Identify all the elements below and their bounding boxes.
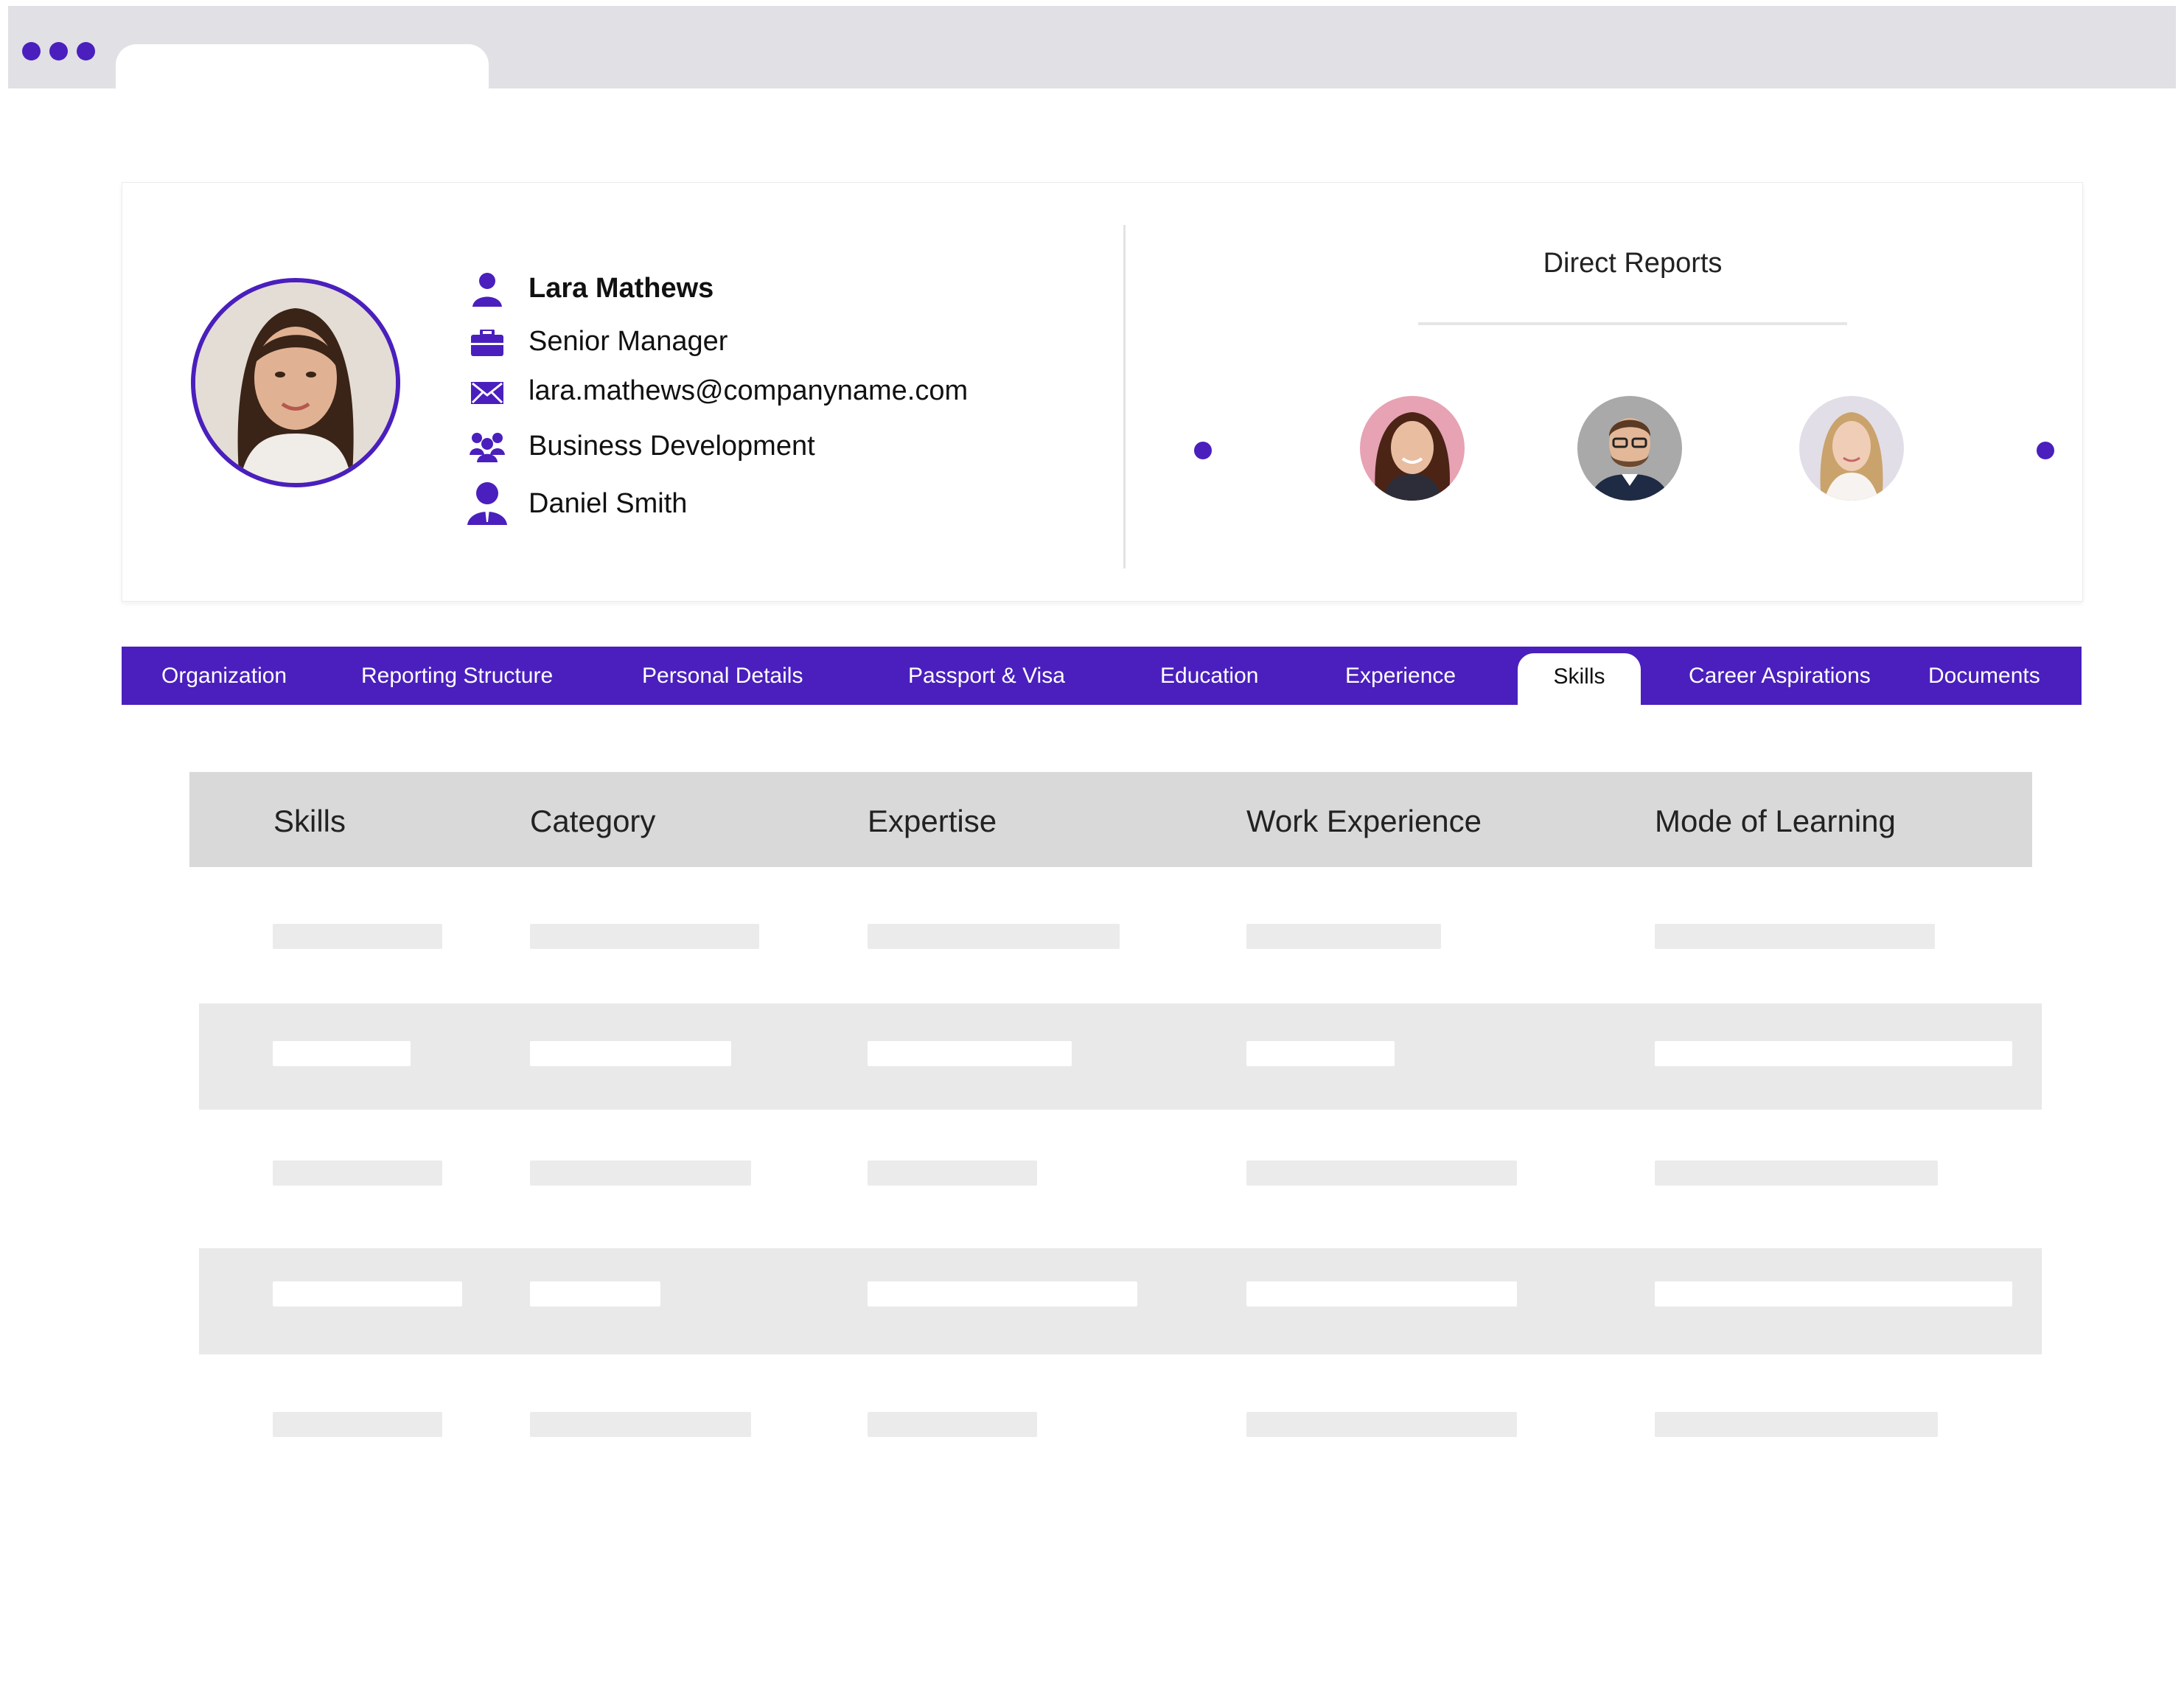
man-portrait-icon <box>1577 396 1682 501</box>
direct-reports-title: Direct Reports <box>1543 248 1723 279</box>
tab-reporting-structure[interactable]: Reporting Structure <box>361 647 553 705</box>
window-dot-icon[interactable] <box>49 42 68 60</box>
woman-portrait-icon <box>1360 396 1465 501</box>
table-cell-placeholder <box>1246 1412 1517 1437</box>
profile-avatar <box>191 278 400 487</box>
window-dot-icon[interactable] <box>22 42 41 60</box>
table-cell-placeholder <box>1246 924 1441 949</box>
card-divider <box>1123 225 1126 568</box>
profile-title: Senior Manager <box>528 326 728 357</box>
table-cell-placeholder <box>1655 1412 1938 1437</box>
envelope-icon <box>467 372 508 414</box>
user-icon <box>467 269 508 310</box>
direct-report-avatar[interactable] <box>1360 396 1465 501</box>
table-cell-placeholder <box>868 1281 1137 1307</box>
direct-reports-underline <box>1418 322 1847 325</box>
table-cell-placeholder <box>530 924 759 949</box>
table-cell-placeholder <box>530 1412 751 1437</box>
direct-report-avatar[interactable] <box>1577 396 1682 501</box>
table-cell-placeholder <box>273 1412 442 1437</box>
table-cell-placeholder <box>1246 1161 1517 1186</box>
window-dot-icon[interactable] <box>77 42 95 60</box>
table-cell-placeholder <box>530 1041 731 1066</box>
profile-name: Lara Mathews <box>528 273 714 304</box>
column-header-expertise[interactable]: Expertise <box>868 804 997 839</box>
team-icon <box>467 426 508 467</box>
tab-experience[interactable]: Experience <box>1345 647 1456 705</box>
woman-portrait-icon <box>1799 396 1904 501</box>
column-header-category[interactable]: Category <box>530 804 655 839</box>
manager-icon <box>464 479 511 528</box>
profile-department: Business Development <box>528 431 815 462</box>
table-cell-placeholder <box>1246 1041 1395 1066</box>
table-cell-placeholder <box>868 1412 1037 1437</box>
profile-manager: Daniel Smith <box>528 488 688 519</box>
browser-tab[interactable] <box>116 44 489 90</box>
table-cell-placeholder <box>530 1281 660 1307</box>
woman-portrait-icon <box>195 282 396 483</box>
table-cell-placeholder <box>1655 1041 2012 1066</box>
tab-career-aspirations[interactable]: Career Aspirations <box>1689 647 1871 705</box>
table-cell-placeholder <box>1655 1161 1938 1186</box>
table-cell-placeholder <box>868 924 1120 949</box>
column-header-skills[interactable]: Skills <box>273 804 346 839</box>
tab-personal-details[interactable]: Personal Details <box>642 647 803 705</box>
tab-documents[interactable]: Documents <box>1928 647 2040 705</box>
direct-report-avatar[interactable] <box>1799 396 1904 501</box>
table-cell-placeholder <box>530 1161 751 1186</box>
tab-organization[interactable]: Organization <box>161 647 287 705</box>
column-header-mode-of-learning[interactable]: Mode of Learning <box>1655 804 1896 839</box>
table-cell-placeholder <box>1246 1281 1517 1307</box>
carousel-prev-button[interactable] <box>1194 442 1212 459</box>
briefcase-icon <box>467 322 508 363</box>
table-cell-placeholder <box>273 1161 442 1186</box>
table-cell-placeholder <box>868 1041 1072 1066</box>
profile-card <box>122 182 2083 602</box>
table-cell-placeholder <box>273 924 442 949</box>
table-cell-placeholder <box>1655 1281 2012 1307</box>
tab-passport-visa[interactable]: Passport & Visa <box>908 647 1065 705</box>
table-cell-placeholder <box>273 1281 462 1307</box>
table-cell-placeholder <box>868 1161 1037 1186</box>
table-cell-placeholder <box>1655 924 1935 949</box>
profile-email[interactable]: lara.mathews@companyname.com <box>528 375 968 407</box>
carousel-next-button[interactable] <box>2037 442 2054 459</box>
column-header-work-experience[interactable]: Work Experience <box>1246 804 1482 839</box>
tab-education[interactable]: Education <box>1160 647 1258 705</box>
table-cell-placeholder <box>273 1041 411 1066</box>
tab-skills[interactable]: Skills <box>1518 653 1641 705</box>
